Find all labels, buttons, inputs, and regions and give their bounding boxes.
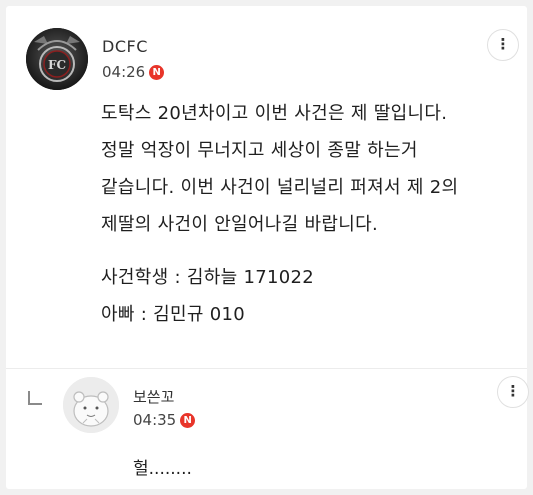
father-info: 아빠 : 김민규 010 [101, 304, 245, 325]
new-badge: N [149, 65, 165, 80]
reply-timestamp: 04:35 [133, 411, 177, 429]
more-vertical-icon: ⋮ [495, 34, 511, 53]
comment-timestamp: 04:26 [102, 63, 146, 81]
reply-more-options-button[interactable]: ⋮ [497, 376, 529, 408]
comment-time: 04:26 N [102, 63, 165, 81]
hamster-icon [63, 377, 119, 433]
club-crest-icon: FC [26, 28, 88, 90]
redacted-number [245, 302, 269, 324]
reply-arrow-icon [28, 391, 42, 405]
comment-line: 제딸의 사건이 안일어나길 바랍니다. [101, 214, 378, 235]
comment-body: 도탁스 20년차이고 이번 사건은 제 딸입니다. 정말 억장이 무너지고 세상… [101, 95, 511, 333]
divider [6, 368, 527, 369]
more-options-button[interactable]: ⋮ [487, 29, 519, 61]
comment-line: 도탁스 20년차이고 이번 사건은 제 딸입니다. [101, 103, 448, 124]
comment-line: 같습니다. 이번 사건이 널리널리 퍼져서 제 2의 [101, 177, 459, 198]
post-comment: FC DCFC 04:26 N ⋮ 도탁스 20년차이고 이번 사건은 제 딸입니… [6, 6, 527, 356]
avatar[interactable]: FC [26, 28, 88, 90]
father-info-line: 아빠 : 김민규 010 [101, 296, 511, 333]
comment-card: FC DCFC 04:26 N ⋮ 도탁스 20년차이고 이번 사건은 제 딸입니… [6, 6, 529, 489]
comment-line: 정말 억장이 무너지고 세상이 종말 하는거 [101, 140, 418, 161]
new-badge: N [180, 413, 196, 428]
reply-avatar[interactable] [63, 377, 119, 433]
comment-author[interactable]: DCFC [102, 37, 148, 56]
logo-text: FC [48, 58, 66, 72]
reply-time: 04:35 N [133, 411, 196, 429]
reply-author[interactable]: 보쓴꼬 [133, 386, 174, 407]
reply-body: 헐........ [133, 459, 192, 479]
more-vertical-icon: ⋮ [505, 381, 521, 400]
student-info: 사건학생 : 김하늘 171022 [101, 267, 314, 288]
